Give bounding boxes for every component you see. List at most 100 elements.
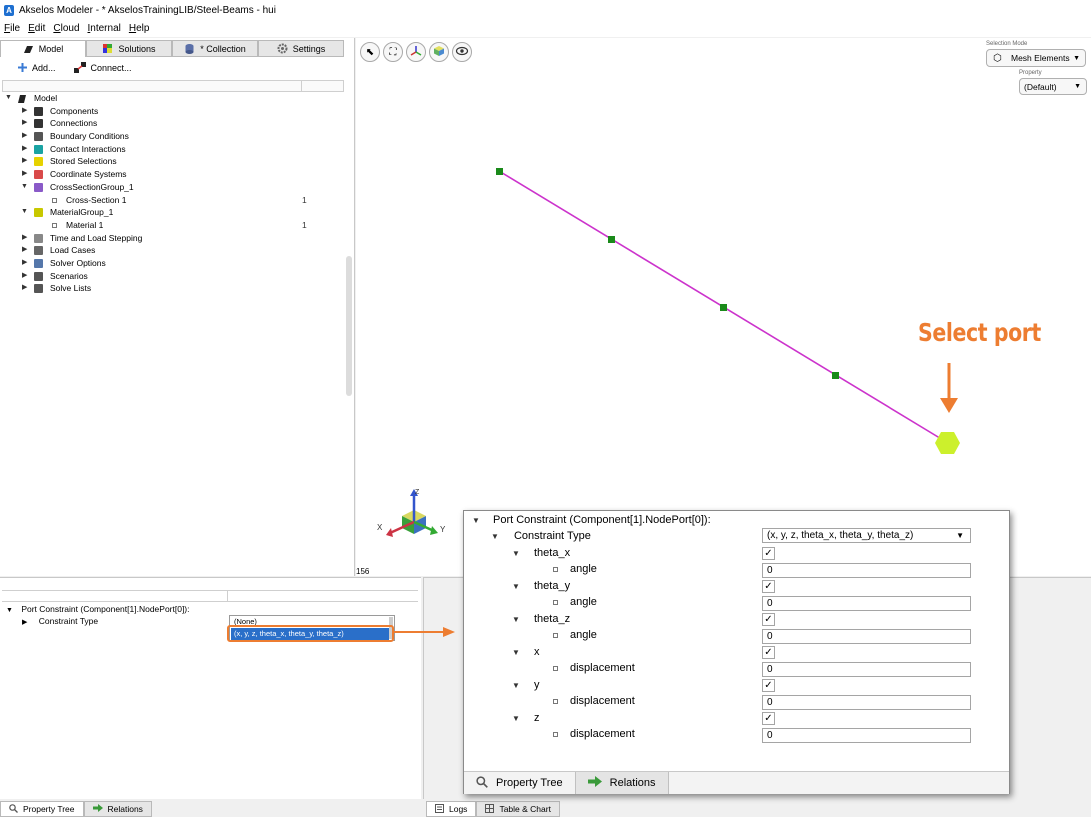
tree-item[interactable]: Material 1 1 [0,219,345,232]
chevron-down-icon[interactable]: ▼ [491,532,499,541]
dof-checkbox[interactable]: ✓ [762,646,775,659]
mesh-node[interactable] [720,304,727,311]
tab-relations[interactable]: Relations [83,801,152,817]
chevron-down-icon[interactable]: ▼ [512,681,520,690]
dof-checkbox[interactable]: ✓ [762,547,775,560]
chevron-right-icon[interactable]: ▶ [22,105,27,118]
menu-edit[interactable]: Edit [28,23,45,34]
dof-value-field[interactable]: 0 [762,629,971,644]
chevron-down-icon[interactable]: ▼ [472,516,480,525]
chevron-down-icon[interactable]: ▼ [21,181,28,194]
menu-file[interactable]: File [4,23,20,34]
tree-item[interactable]: ▶ Boundary Conditions [0,130,345,143]
chevron-right-icon[interactable]: ▶ [22,232,27,245]
tree-item[interactable]: ▶ Coordinate Systems [0,168,345,181]
collection-icon [184,43,195,54]
model-tree: ▼ Model ▶ Components ▶ Connections ▶ Boundary… [0,92,345,295]
chevron-right-icon[interactable]: ▶ [22,619,27,626]
tab-logs[interactable]: Logs [426,801,477,817]
tree-item[interactable]: ▶ Solve Lists [0,282,345,295]
tree-item[interactable]: ▶ Stored Selections [0,155,345,168]
tree-root-model[interactable]: ▼ Model [0,92,345,105]
bullet-icon [52,197,57,203]
tree-item-label: Coordinate Systems [50,169,127,180]
tree-item[interactable]: ▶ Components [0,105,345,118]
menu-help[interactable]: Help [129,23,150,34]
tab-table-chart[interactable]: Table & Chart [476,801,560,817]
tab-model[interactable]: Model [0,40,86,57]
chevron-down-icon[interactable]: ▼ [512,549,520,558]
3d-viewport[interactable]: ⬉ ⛶ Selection Mode ⬡ Mesh Elements ▼ Pro… [356,38,1091,576]
component-icon [34,106,43,116]
mesh-node[interactable] [496,168,503,175]
dof-value-field[interactable]: 0 [762,695,971,710]
model-icon [17,94,26,103]
mesh-node[interactable] [832,372,839,379]
chevron-right-icon[interactable]: ▶ [22,143,27,156]
chevron-down-icon[interactable]: ▼ [512,648,520,657]
tab-solutions[interactable]: Solutions [86,40,172,57]
dof-checkbox[interactable]: ✓ [762,580,775,593]
tree-item[interactable]: ▶ Connections [0,117,345,130]
tree-item[interactable]: ▼ CrossSectionGroup_1 [0,181,345,194]
chevron-down-icon[interactable]: ▼ [5,92,12,105]
chevron-down-icon[interactable]: ▼ [512,714,520,723]
chevron-right-icon[interactable]: ▶ [22,270,27,283]
dof-child-label: angle [570,629,597,641]
tree-item[interactable]: ▼ MaterialGroup_1 [0,206,345,219]
dof-value-field[interactable]: 0 [762,728,971,743]
zoom-constraint-type-row[interactable]: ▼ Constraint Type [491,530,591,542]
tree-item[interactable]: ▶ Scenarios [0,270,345,283]
dof-value-field[interactable]: 0 [762,563,971,578]
property-tree-header [2,590,418,602]
dof-checkbox[interactable]: ✓ [762,679,775,692]
zoom-constraint-type-label: Constraint Type [513,530,591,542]
chevron-right-icon[interactable]: ▶ [22,155,27,168]
mesh-node[interactable] [608,236,615,243]
tab-relations-label: Relations [107,804,143,814]
left-panel-scrollbar[interactable] [346,256,352,396]
port-constraint-row[interactable]: ▼ Port Constraint (Component[1].NodePort… [6,604,190,614]
dof-checkbox[interactable]: ✓ [762,712,775,725]
chevron-right-icon[interactable]: ▶ [22,168,27,181]
constraint-type-row[interactable]: ▶ Constraint Type [22,616,98,626]
zoom-constraint-type-select[interactable]: (x, y, z, theta_x, theta_y, theta_z) ▼ [762,528,971,543]
bottom-tabs-right: Logs Table & Chart [426,801,1091,817]
tab-settings[interactable]: Settings [258,40,344,57]
tab-table-chart-label: Table & Chart [499,804,551,814]
model-toolbar: Add... Connect... [18,60,150,76]
zoom-tab-relations-label: Relations [609,777,656,789]
load-icon [34,246,43,256]
tree-item[interactable]: ▶ Solver Options [0,257,345,270]
dof-value-field[interactable]: 0 [762,662,971,677]
dof-checkbox[interactable]: ✓ [762,613,775,626]
zoom-port-constraint-row[interactable]: ▼ Port Constraint (Component[1].NodePort… [472,514,711,526]
tree-item[interactable]: ▶ Contact Interactions [0,143,345,156]
chevron-right-icon[interactable]: ▶ [22,117,27,130]
tree-item[interactable]: ▶ Load Cases [0,244,345,257]
tree-item[interactable]: Cross-Section 1 1 [0,194,345,207]
chevron-right-icon[interactable]: ▶ [22,244,27,257]
tab-collection[interactable]: * Collection [172,40,258,57]
chevron-right-icon[interactable]: ▶ [22,130,27,143]
chevron-right-icon[interactable]: ▶ [22,282,27,295]
chevron-down-icon[interactable]: ▼ [21,206,28,219]
chevron-right-icon[interactable]: ▶ [22,257,27,270]
node-port[interactable] [935,432,960,454]
chevron-down-icon[interactable]: ▼ [6,607,13,614]
arrow-right-icon [587,776,602,790]
menu-cloud[interactable]: Cloud [53,23,79,34]
tree-item[interactable]: ▶ Time and Load Stepping [0,232,345,245]
selection-icon [34,157,43,167]
dof-value-field[interactable]: 0 [762,596,971,611]
chevron-down-icon[interactable]: ▼ [512,582,520,591]
menu-internal[interactable]: Internal [88,23,121,34]
chevron-down-icon: ▼ [956,531,964,540]
connect-button[interactable]: Connect... [73,61,132,75]
add-button[interactable]: Add... [18,62,56,74]
gear-icon [277,43,288,54]
chevron-down-icon[interactable]: ▼ [512,615,520,624]
zoom-tab-relations[interactable]: Relations [575,772,669,794]
zoom-tab-property-tree[interactable]: Property Tree [464,772,576,794]
tab-property-tree[interactable]: Property Tree [0,801,84,817]
